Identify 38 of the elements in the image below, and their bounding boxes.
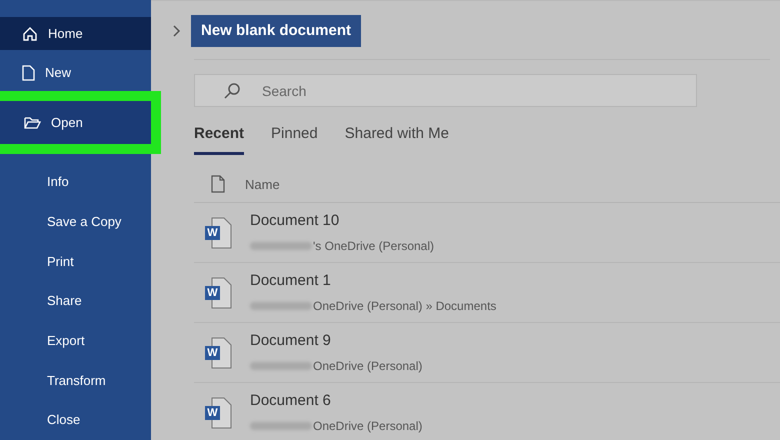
document-name: Document 9 bbox=[250, 331, 332, 352]
search-icon bbox=[223, 82, 241, 100]
chevron-icon[interactable] bbox=[173, 25, 181, 37]
blurred-text bbox=[250, 302, 312, 310]
file-icon bbox=[211, 175, 225, 194]
document-row[interactable]: W Document 6 OneDrive (Personal) bbox=[194, 383, 780, 440]
document-location: OneDrive (Personal) bbox=[313, 358, 422, 375]
sidebar-item[interactable]: Close bbox=[0, 400, 151, 440]
tab[interactable]: Pinned bbox=[271, 123, 318, 154]
document-name: Document 6 bbox=[250, 391, 332, 412]
document-row[interactable]: W Document 9 OneDrive (Personal) bbox=[194, 323, 780, 383]
search-field[interactable]: Search bbox=[194, 74, 697, 107]
document-location: OneDrive (Personal) bbox=[313, 418, 422, 435]
page-icon bbox=[22, 64, 35, 81]
document-row[interactable]: W Document 10 's OneDrive (Personal) bbox=[194, 203, 780, 263]
new-blank-document-button[interactable]: New blank document bbox=[191, 15, 362, 47]
sidebar-item[interactable]: New bbox=[0, 56, 151, 90]
document-name: Document 10 bbox=[250, 211, 340, 232]
document-location: OneDrive (Personal) » Documents bbox=[313, 298, 496, 315]
blurred-text bbox=[250, 422, 312, 430]
sidebar-item[interactable]: Home bbox=[0, 17, 151, 50]
sidebar-item[interactable]: Share bbox=[0, 281, 151, 322]
sidebar-item[interactable]: Open bbox=[0, 101, 151, 144]
document-row[interactable]: W Document 1 OneDrive (Personal) » Documents bbox=[194, 263, 780, 323]
document-location: 's OneDrive (Personal) bbox=[313, 238, 434, 255]
sidebar-item[interactable]: Print bbox=[0, 242, 151, 282]
tab[interactable]: Shared with Me bbox=[344, 123, 449, 154]
document-name: Document 1 bbox=[250, 271, 332, 292]
column-header: Name bbox=[245, 176, 280, 194]
home-icon bbox=[22, 26, 38, 42]
sidebar-item[interactable]: Info bbox=[0, 162, 151, 202]
sidebar-item[interactable]: Transform bbox=[0, 360, 151, 400]
sidebar-item[interactable]: Export bbox=[0, 321, 151, 361]
tab[interactable]: Recent bbox=[194, 123, 244, 154]
sidebar-item[interactable]: Save a Copy bbox=[0, 202, 151, 242]
blurred-text bbox=[250, 242, 312, 250]
blurred-text bbox=[250, 362, 312, 370]
folder-icon bbox=[24, 116, 41, 130]
